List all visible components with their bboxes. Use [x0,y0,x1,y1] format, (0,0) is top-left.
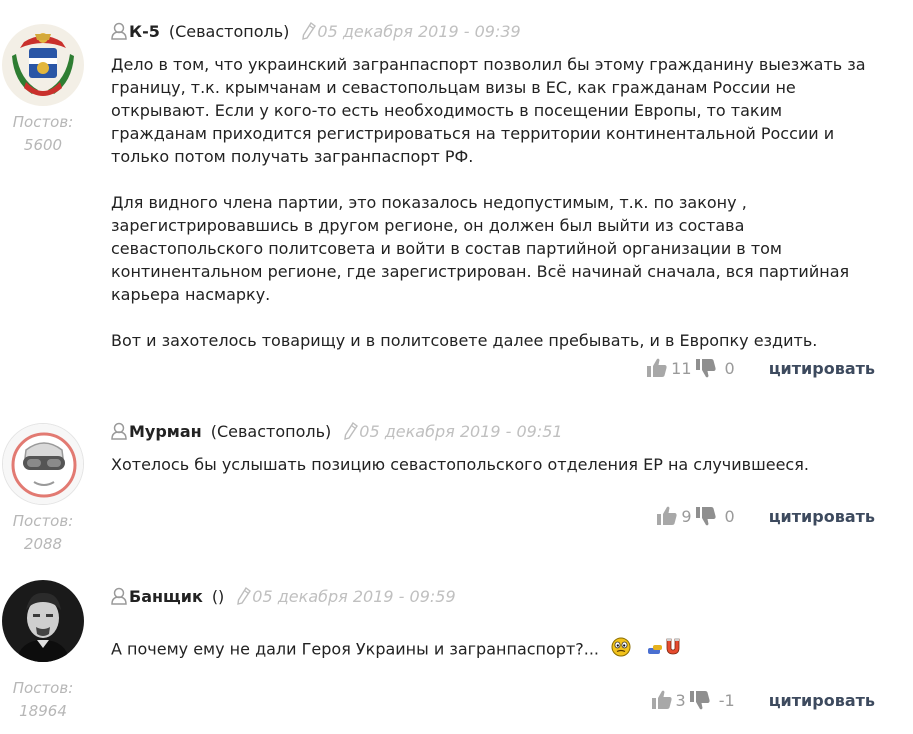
author-name[interactable]: Мурман [129,422,202,441]
comment-paragraph: Хотелось бы услышать позицию севастополь… [111,455,809,474]
author-name[interactable]: Банщик [129,587,203,606]
comment-body: Дело в том, что украинский загранпаспорт… [111,53,881,352]
edit-pen-icon [302,21,317,40]
thumbs-down-icon[interactable] [695,358,717,378]
user-icon [111,22,128,40]
author-name[interactable]: К-5 [129,22,160,41]
thumbs-up-icon[interactable] [651,690,673,710]
thumbs-up-icon[interactable] [646,358,668,378]
comment-header: К-5 (Севастополь) 05 декабря 2019 - 09:3… [111,20,521,42]
quote-link[interactable]: цитировать [769,691,875,710]
post-count-value: 18964 [19,702,67,720]
comment-paragraph: А почему ему не дали Героя Украины и заг… [111,636,881,664]
comment-text: А почему ему не дали Героя Украины и заг… [111,639,600,659]
dislikes-count: 0 [724,506,735,526]
thumbs-down-icon[interactable] [695,506,717,526]
comment-date: 05 декабря 2019 - 09:51 [359,421,563,441]
comment-paragraph: Дело в том, что украинский загранпаспорт… [111,55,866,166]
comment-paragraph: Для видного члена партии, это показалось… [111,193,850,304]
avatar[interactable] [2,580,84,662]
post-count-value: 5600 [23,136,63,154]
comment-paragraph: Вот и захотелось товарищу и в политсовет… [111,331,818,350]
edit-pen-icon [237,586,252,605]
likes-count: 11 [671,358,692,378]
dislikes-count: -1 [718,690,735,710]
author-city: (Севастополь) [168,21,290,41]
thumbs-down-icon[interactable] [689,690,711,710]
quote-link[interactable]: цитировать [769,507,875,526]
avatar[interactable] [2,24,84,106]
dislikes-count: 0 [724,358,735,378]
user-icon [111,587,128,605]
likes-count: 3 [675,690,686,710]
comment-actions: 11 0 цитировать [646,356,875,380]
user-icon [111,422,128,440]
author-city: (Севастополь) [210,421,332,441]
comment-header: Мурман (Севастополь) 05 декабря 2019 - 0… [111,420,563,442]
likes-count: 9 [681,506,692,526]
confused-face-emoji-icon [610,637,632,663]
post-count-label: Постов: [12,679,74,697]
goggles-face-icon [3,424,83,504]
post-count-value: 2088 [23,535,63,553]
comment-body: Хотелось бы услышать позицию севастополь… [111,453,881,476]
author-city: () [211,586,225,606]
thumbs-up-icon[interactable] [656,506,678,526]
portrait-photo-icon [2,580,84,662]
avatar[interactable] [2,423,84,505]
coat-of-arms-icon [2,24,84,106]
magnet-emoji-icon [647,636,683,664]
post-count-label: Постов: [12,113,74,131]
comment-date: 05 декабря 2019 - 09:39 [317,21,521,41]
comment-actions: 9 0 цитировать [656,504,875,528]
quote-link[interactable]: цитировать [769,359,875,378]
post-count-label: Постов: [12,512,74,530]
edit-pen-icon [344,421,359,440]
comment-body: А почему ему не дали Героя Украины и заг… [111,636,881,664]
comment-date: 05 декабря 2019 - 09:59 [252,586,456,606]
comment-actions: 3 -1 цитировать [651,688,875,712]
comment-header: Банщик () 05 декабря 2019 - 09:59 [111,585,456,607]
